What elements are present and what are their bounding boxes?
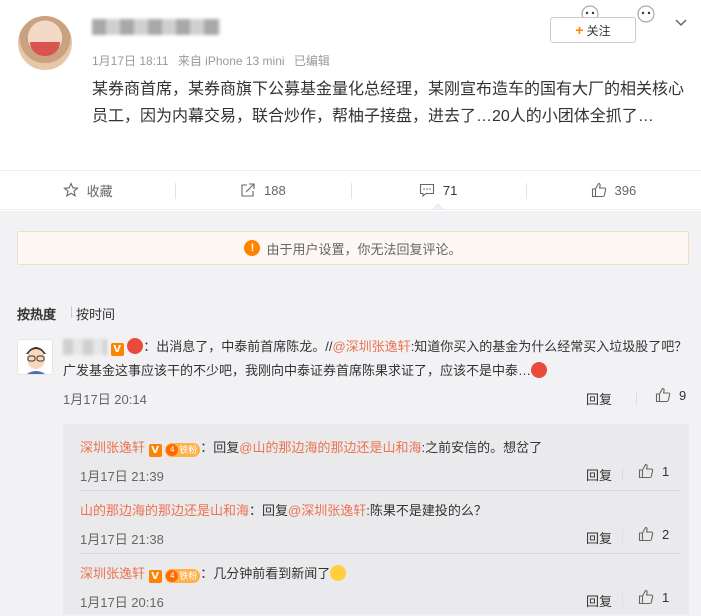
divider <box>636 391 637 404</box>
weibo-post: 1月17日 18:11 来自 iPhone 13 mini 已编辑 + 关注 某… <box>0 0 701 170</box>
verified-v-icon: V <box>148 444 162 457</box>
reply-button[interactable]: 回复 <box>586 465 612 484</box>
reply-separator <box>80 490 680 491</box>
fans-badge: 铁粉 <box>165 569 201 583</box>
chevron-down-icon[interactable] <box>671 12 691 32</box>
verified-v-icon: V <box>110 343 124 356</box>
warning-icon: ! <box>244 240 261 256</box>
commenter-avatar[interactable] <box>17 339 53 375</box>
like-button[interactable]: 396 <box>525 171 701 209</box>
reply-button[interactable]: 回复 <box>586 389 612 408</box>
reply-text-post: :之前安信的。想岔了 <box>421 440 543 455</box>
reply-author[interactable]: 深圳张逸轩 <box>80 566 145 581</box>
reply-button[interactable]: 回复 <box>586 591 612 610</box>
thumbs-up-icon <box>591 182 606 198</box>
post-source: 来自 iPhone 13 mini <box>177 54 285 68</box>
follow-label: 关注 <box>586 23 611 38</box>
reply-like-count: 2 <box>662 526 670 542</box>
thumbs-up-icon <box>638 589 654 605</box>
repost-button[interactable]: 188 <box>175 171 350 209</box>
notice-text: 由于用户设置，你无法回复评论。 <box>266 241 462 257</box>
emoji-icon <box>531 362 548 378</box>
mention-link[interactable]: @深圳张逸轩 <box>288 503 366 518</box>
sort-divider <box>71 306 72 318</box>
reply-like-count: 1 <box>662 589 670 605</box>
reply-disabled-notice: ! 由于用户设置，你无法回复评论。 <box>17 231 689 265</box>
comment-count: 71 <box>442 182 458 198</box>
verified-v-icon: V <box>148 570 162 583</box>
reply-author[interactable]: 深圳张逸轩 <box>80 440 145 455</box>
author-name-blurred[interactable] <box>92 19 220 35</box>
divider <box>622 593 623 606</box>
reply-button[interactable]: 回复 <box>586 528 612 547</box>
emoji-icon <box>127 338 144 354</box>
divider <box>622 467 623 480</box>
follow-button[interactable]: + 关注 <box>550 17 636 43</box>
comment-like-count: 9 <box>679 387 687 403</box>
comment-sort-tabs: 按热度 按时间 <box>17 304 115 323</box>
plus-icon: + <box>575 22 584 38</box>
reply-text-pre: ：回复 <box>249 503 289 518</box>
tab-sort-time[interactable]: 按时间 <box>76 304 115 323</box>
mention-link[interactable]: @山的那边海的那边还是山和海 <box>239 440 421 455</box>
post-meta: 1月17日 18:11 来自 iPhone 13 mini 已编辑 <box>92 52 336 69</box>
reply-text-post: ：几分钟前看到新闻了 <box>200 566 331 581</box>
thumbs-up-icon <box>655 387 671 403</box>
star-icon <box>62 182 79 197</box>
thumbs-up-icon <box>638 463 654 479</box>
reply-text-post: :陈果不是建投的么？ <box>366 503 487 518</box>
reply-separator <box>80 553 680 554</box>
author-avatar[interactable] <box>18 16 72 70</box>
reply-thread: 深圳张逸轩 V 铁粉：回复@山的那边海的那边还是山和海:之前安信的。想岔了 1月… <box>63 424 689 614</box>
main-comment-text: V ：出消息了，中泰前首席陈龙。//@深圳张逸轩:知道你买入的基金为什么经常买入… <box>63 335 688 383</box>
post-text: 某券商首席，某券商旗下公募基金量化总经理，某刚宣布造车的国有大厂的相关核心员工，… <box>92 81 685 125</box>
reply-like-button[interactable]: 1 <box>638 463 669 479</box>
comment-like-button[interactable]: 9 <box>655 387 686 403</box>
active-tab-caret <box>433 204 444 210</box>
repost-count: 188 <box>264 182 286 198</box>
reply-like-count: 1 <box>662 463 670 479</box>
fans-badge: 铁粉 <box>165 443 201 457</box>
favorite-label: 收藏 <box>86 183 113 199</box>
comment-text-prefix: ：出消息了，中泰前首席陈龙。// <box>143 339 333 354</box>
comment-section: ! 由于用户设置，你无法回复评论。 按热度 按时间 V ：出消息了，中泰前首席陈… <box>0 211 701 616</box>
favorite-button[interactable]: 收藏 <box>0 171 175 209</box>
comment-time: 1月17日 20:14 <box>63 392 147 407</box>
tab-sort-hot[interactable]: 按热度 <box>17 304 56 323</box>
reply-like-button[interactable]: 1 <box>638 589 669 605</box>
divider <box>622 530 623 543</box>
edited-label[interactable]: 已编辑 <box>294 54 330 68</box>
reply-text-pre: ：回复 <box>200 440 240 455</box>
laugh-cry-emoji-icon <box>330 565 347 581</box>
post-date[interactable]: 1月17日 18:11 <box>92 54 169 68</box>
mention-link[interactable]: @深圳张逸轩 <box>332 339 410 354</box>
comment-icon <box>419 183 434 198</box>
like-count: 396 <box>614 182 637 198</box>
reply-like-button[interactable]: 2 <box>638 526 669 542</box>
comment-button[interactable]: 71 <box>350 171 526 210</box>
repost-icon <box>241 183 255 197</box>
post-action-bar: 收藏 188 71 396 <box>0 170 701 210</box>
thumbs-up-icon <box>638 526 654 542</box>
reply-author[interactable]: 山的那边海的那边还是山和海 <box>80 503 249 518</box>
